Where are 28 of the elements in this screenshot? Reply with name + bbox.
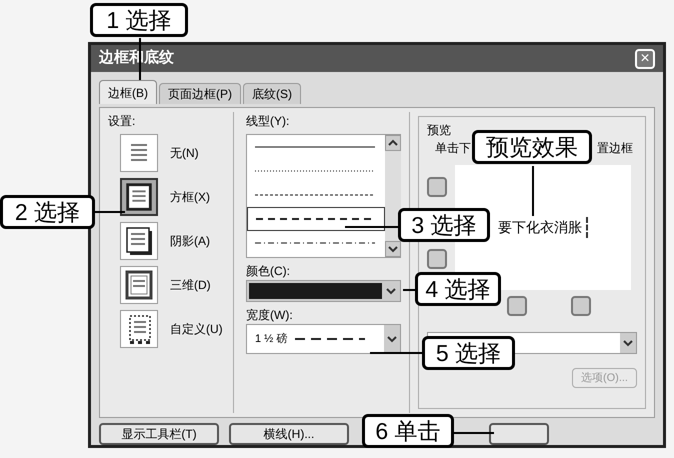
setting-label[interactable]: 自定义(U) [170,320,223,338]
annotation-tooltip: 6 单击 [362,414,454,448]
tab[interactable]: 页面边框(P) [159,83,241,104]
setting-label[interactable]: 阴影(A) [170,232,210,250]
dialog-button[interactable]: 显示工具栏(T) [99,423,219,445]
tab[interactable]: 底纹(S) [243,83,301,104]
preview-hint: 置边框 [597,140,633,157]
annotation-tooltip: 3 选择 [398,208,490,242]
close-button[interactable]: × [635,48,655,68]
preview-label: 预览 [427,122,452,139]
annotation-tooltip: 4 选择 [415,272,501,306]
width-dropdown[interactable]: 1 ½ 磅 [246,324,401,354]
dialog-button[interactable]: 横线(H)... [229,423,349,445]
width-label: 宽度(W): [246,307,294,324]
tab[interactable]: 边框(B) [99,80,157,104]
preview-sample-text: 要下化衣消胀 [498,217,588,238]
setting-label[interactable]: 无(N) [170,144,199,162]
annotation-tooltip: 预览效果 [472,130,592,164]
line-style-label: 线型(Y): [246,113,290,130]
setting-label[interactable]: 三维(D) [170,276,211,294]
width-value: 1 ½ 磅 [255,332,288,347]
annotation-tooltip: 5 选择 [422,336,515,370]
preview-hint: 单击下 [435,140,471,157]
annotation-tooltip: 1 选择 [90,3,188,37]
color-label: 颜色(C): [246,263,291,280]
annotation-tooltip: 2 选择 [0,195,95,229]
setting-label[interactable]: 方框(X) [170,188,210,206]
settings-label: 设置: [108,113,136,130]
